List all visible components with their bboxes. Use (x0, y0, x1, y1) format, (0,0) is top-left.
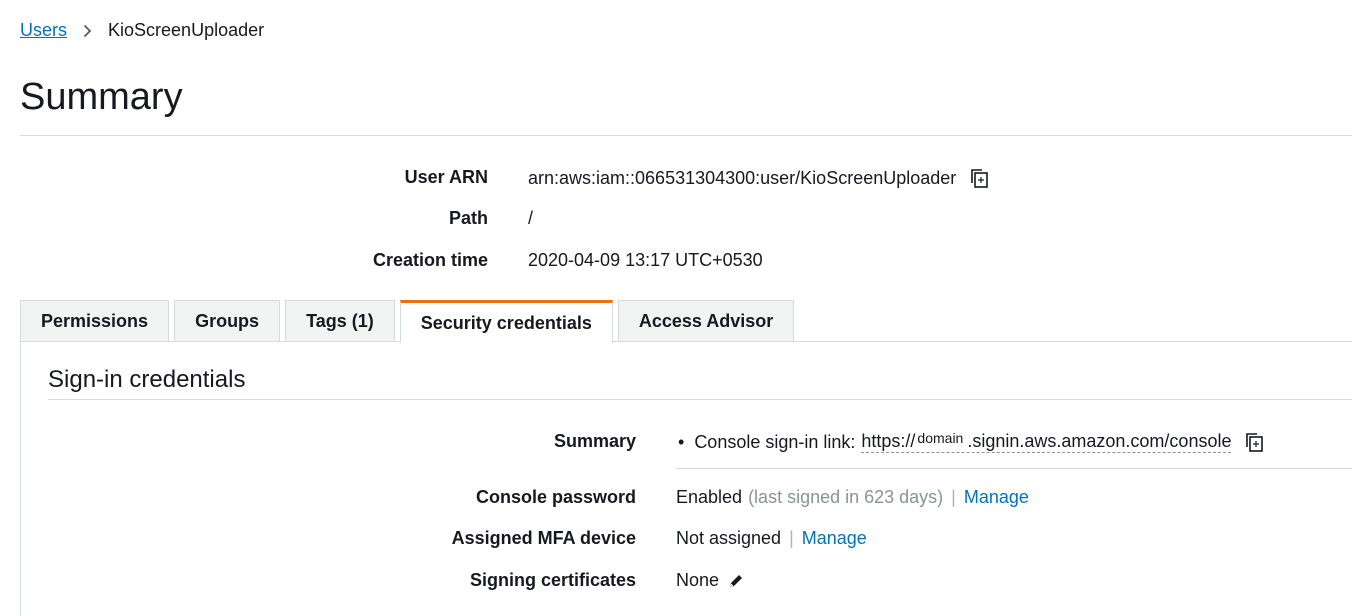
title-divider (20, 135, 1352, 136)
tab-security-credentials[interactable]: Security credentials (399, 300, 613, 343)
console-link-row: • Console sign-in link: https:// domain … (676, 430, 1265, 453)
copy-icon[interactable] (968, 167, 990, 189)
pencil-icon[interactable] (727, 572, 745, 590)
copy-icon[interactable] (1243, 431, 1265, 453)
console-link-prefix: https:// (861, 431, 916, 451)
tab-groups[interactable]: Groups (174, 300, 281, 342)
console-link-url[interactable]: https:// domain .signin.aws.amazon.com/c… (861, 430, 1232, 453)
path-value: / (528, 208, 534, 228)
console-password-note: (last signed in 623 days) (748, 487, 944, 507)
signing-certificates-row: None (676, 570, 745, 591)
user-arn-value: arn:aws:iam::066531304300:user/KioScreen… (528, 167, 957, 188)
console-password-row: Enabled (last signed in 623 days) | Mana… (676, 487, 1029, 508)
mfa-device-row: Not assigned | Manage (676, 528, 867, 549)
tab-tags[interactable]: Tags (1) (285, 300, 395, 342)
manage-console-password-link[interactable]: Manage (964, 487, 1029, 508)
console-password-value: Enabled (676, 487, 743, 507)
section-divider (48, 399, 1352, 400)
sign-in-credentials-title: Sign-in credentials (48, 366, 246, 393)
console-password-label: Console password (475, 487, 636, 507)
separator: | (951, 487, 956, 507)
signin-summary-label: Summary (553, 431, 636, 451)
chevron-right-icon (83, 24, 92, 38)
creation-time-label: Creation time (372, 250, 488, 270)
tab-bar: Permissions Groups Tags (1) Security cre… (20, 300, 799, 343)
tab-access-advisor[interactable]: Access Advisor (617, 300, 795, 342)
page-title: Summary (20, 76, 183, 118)
breadcrumb-current: KioScreenUploader (108, 20, 265, 40)
creation-time-value: 2020-04-09 13:17 UTC+0530 (528, 250, 763, 270)
mfa-device-value: Not assigned (676, 528, 782, 548)
signing-certificates-label: Signing certificates (469, 570, 636, 590)
mfa-device-label: Assigned MFA device (451, 528, 636, 548)
console-link-label: Console sign-in link: (694, 431, 856, 452)
signing-certificates-value: None (676, 570, 720, 590)
console-link-domain: domain (917, 430, 964, 446)
user-arn-label: User ARN (404, 167, 488, 187)
breadcrumb: Users KioScreenUploader (20, 20, 264, 41)
bullet-icon: • (678, 431, 685, 452)
summary-divider (676, 468, 1352, 469)
separator: | (789, 528, 794, 548)
user-arn-row: arn:aws:iam::066531304300:user/KioScreen… (528, 167, 990, 189)
console-link-suffix: .signin.aws.amazon.com/console (967, 431, 1232, 451)
path-label: Path (448, 208, 488, 228)
manage-mfa-link[interactable]: Manage (802, 528, 867, 549)
tab-permissions[interactable]: Permissions (20, 300, 170, 342)
breadcrumb-users-link[interactable]: Users (20, 20, 67, 41)
